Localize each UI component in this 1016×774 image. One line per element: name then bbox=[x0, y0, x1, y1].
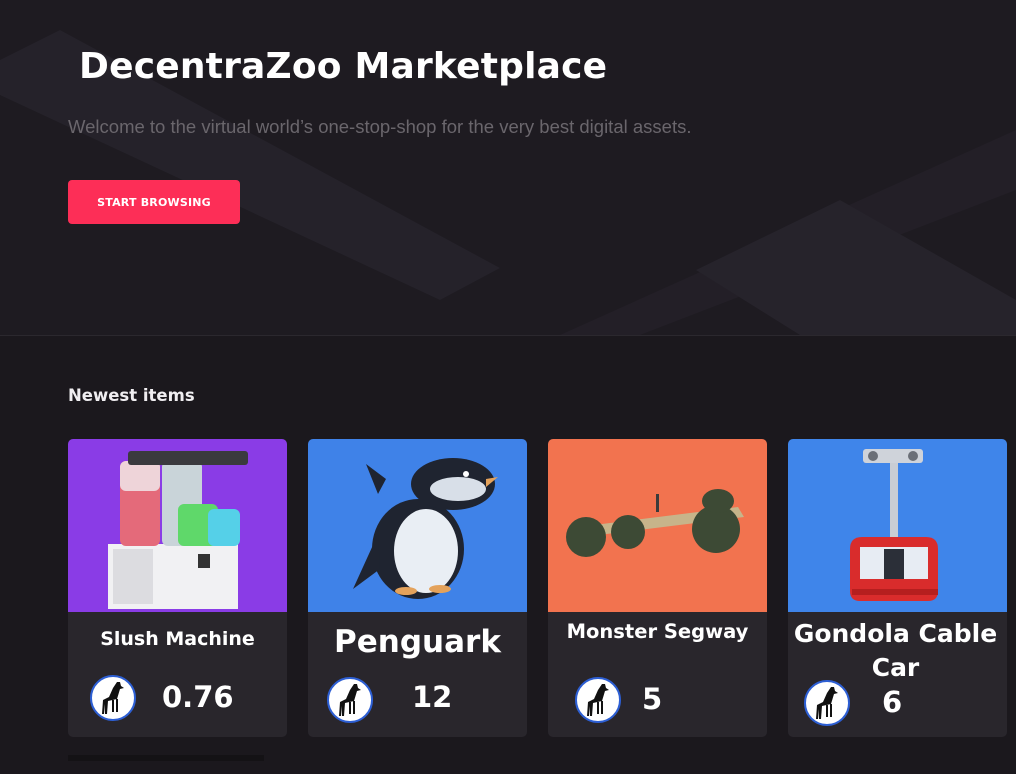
item-name: Slush Machine bbox=[100, 628, 255, 650]
hero-banner: DecentraZoo Marketplace Welcome to the v… bbox=[0, 0, 1016, 336]
item-price: 12 bbox=[412, 680, 453, 714]
item-name: Gondola Cable Car bbox=[793, 619, 998, 682]
next-row-card-edge bbox=[68, 755, 264, 761]
penguark-image bbox=[308, 439, 527, 612]
item-price: 0.76 bbox=[162, 680, 234, 714]
item-name: Monster Segway bbox=[566, 620, 749, 643]
monster-segway-image bbox=[548, 439, 767, 612]
item-card-penguark[interactable]: Penguark 12 bbox=[308, 439, 527, 737]
giraffe-icon bbox=[327, 677, 373, 723]
page-title: DecentraZoo Marketplace bbox=[79, 46, 608, 87]
item-card-gondola-cable-car[interactable]: Gondola Cable Car 6 bbox=[788, 439, 1007, 737]
gondola-cable-car-image bbox=[788, 439, 1007, 612]
newest-items-heading: Newest items bbox=[68, 386, 195, 405]
item-card-slush-machine[interactable]: Slush Machine 0.76 bbox=[68, 439, 287, 737]
item-price: 5 bbox=[642, 682, 663, 716]
giraffe-icon bbox=[804, 680, 850, 726]
giraffe-icon bbox=[90, 675, 136, 721]
giraffe-icon bbox=[575, 677, 621, 723]
item-card-monster-segway[interactable]: Monster Segway 5 bbox=[548, 439, 767, 737]
start-browsing-button[interactable]: START BROWSING bbox=[68, 180, 240, 224]
slush-machine-image bbox=[68, 439, 287, 612]
item-price: 6 bbox=[882, 685, 903, 719]
hero-subtitle: Welcome to the virtual world’s one-stop-… bbox=[68, 116, 692, 137]
item-name: Penguark bbox=[334, 624, 501, 660]
